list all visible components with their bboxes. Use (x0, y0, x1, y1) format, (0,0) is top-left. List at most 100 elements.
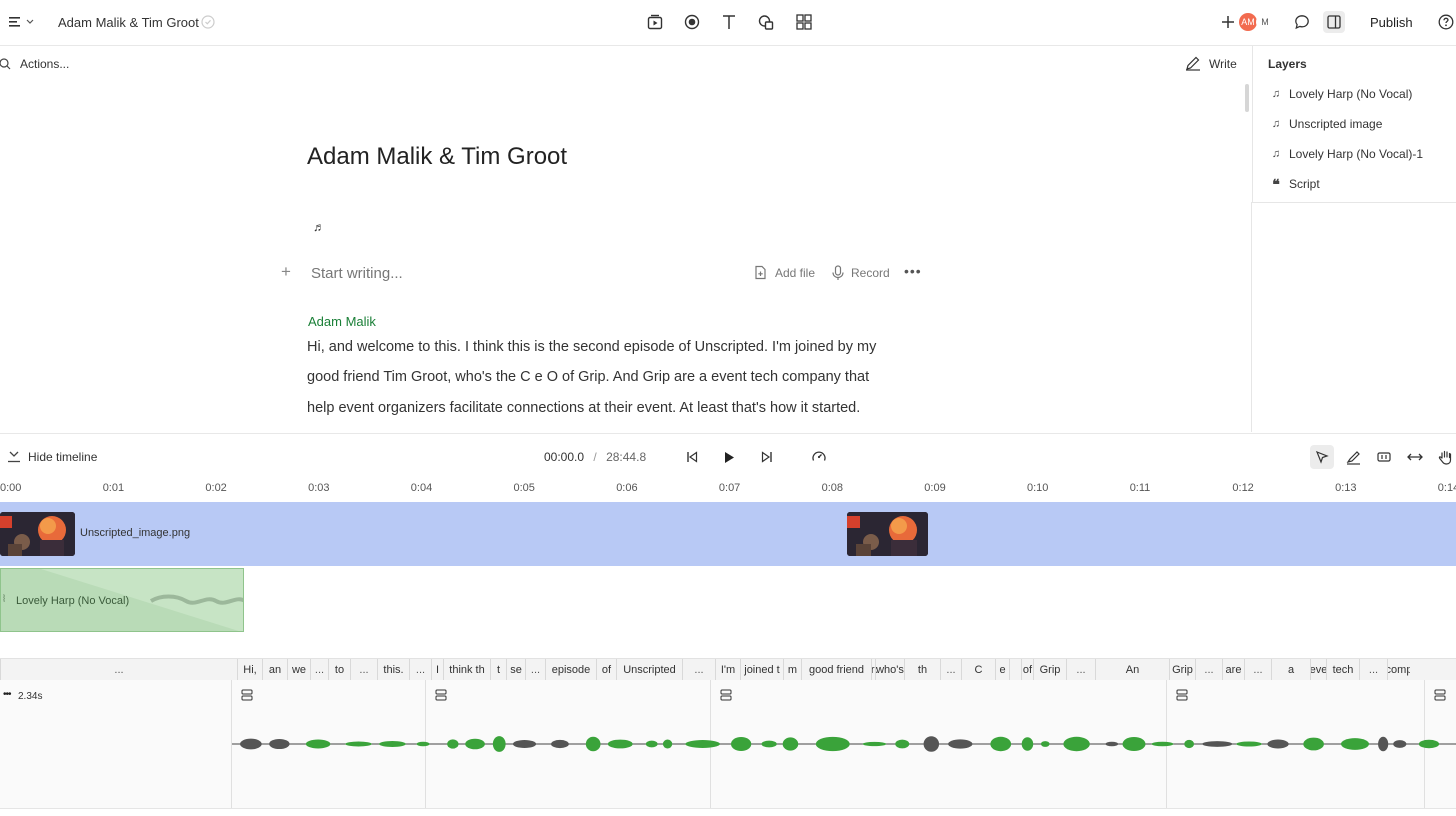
write-button[interactable]: Write (1209, 57, 1237, 71)
transcript-word[interactable]: of (1021, 659, 1033, 680)
transcript-word[interactable]: eve (1310, 659, 1326, 680)
transcript-word[interactable]: ... (940, 659, 961, 680)
trim-tool-icon[interactable] (1372, 445, 1396, 469)
transcript-word[interactable]: I'm (715, 659, 740, 680)
menu-icon[interactable] (6, 12, 26, 32)
transcript-word[interactable]: Grip (1169, 659, 1195, 680)
chevron-down-icon[interactable] (24, 12, 36, 32)
transcript-word[interactable]: e (995, 659, 1009, 680)
avatar[interactable]: AM (1239, 13, 1257, 31)
transcript-word[interactable]: ... (682, 659, 715, 680)
waveform-segment (862, 741, 887, 747)
transcript-word[interactable]: ... (1359, 659, 1387, 680)
ruler-tick: 0:04 (410, 482, 433, 494)
transcript-word[interactable]: ... (525, 659, 545, 680)
image-track-clip[interactable]: Unscripted_image.png (0, 502, 1456, 566)
publish-button[interactable]: Publish (1370, 15, 1413, 30)
transcript-word[interactable]: of (596, 659, 616, 680)
audio-track-clip[interactable]: ⦚ Lovely Harp (No Vocal) (0, 568, 244, 632)
waveform-segment (1236, 741, 1262, 747)
waveform-segment (895, 739, 910, 749)
skip-forward-icon[interactable] (755, 445, 779, 469)
hand-tool-icon[interactable] (1434, 445, 1456, 469)
playback-speed-icon[interactable] (807, 445, 831, 469)
doc-title-breadcrumb[interactable]: Adam Malik & Tim Groot (58, 15, 199, 30)
transcript-word[interactable]: an (262, 659, 287, 680)
waveform-segment (815, 736, 850, 752)
transcript-word[interactable]: joined t (740, 659, 783, 680)
grid-icon[interactable] (794, 12, 814, 32)
layer-item-script[interactable]: ❝ Script (1269, 174, 1319, 194)
music-note-icon[interactable]: ♬ (313, 220, 325, 234)
transcript-word[interactable]: episode (545, 659, 596, 680)
transcript-line[interactable]: good friend Tim Groot, who's the C e O o… (307, 369, 927, 385)
play-icon[interactable] (717, 445, 741, 469)
start-writing-input[interactable]: Start writing... (311, 265, 403, 282)
stretch-tool-icon[interactable] (1403, 445, 1427, 469)
transcript-word[interactable]: Grip (1033, 659, 1066, 680)
transcript-word[interactable]: this. (377, 659, 409, 680)
layer-item-lovely-harp-1[interactable]: ♫ Lovely Harp (No Vocal)-1 (1269, 144, 1423, 164)
transcript-word[interactable]: Unscripted (616, 659, 682, 680)
text-icon[interactable] (719, 12, 739, 32)
scene-icon[interactable] (645, 12, 665, 32)
transcript-word[interactable]: think th (443, 659, 490, 680)
transcript-word[interactable]: to (328, 659, 350, 680)
help-icon[interactable] (1436, 12, 1456, 32)
transcript-word[interactable]: are (1222, 659, 1244, 680)
clip-handle-icon[interactable] (435, 689, 447, 701)
avatar[interactable]: M (1256, 13, 1274, 31)
record-button[interactable]: Record (851, 266, 890, 280)
transcript-word[interactable] (1009, 659, 1021, 680)
add-file-button[interactable]: Add file (775, 266, 815, 280)
transcript-word[interactable]: m (783, 659, 801, 680)
transcript-word[interactable]: C (961, 659, 995, 680)
transcript-word[interactable]: se (506, 659, 525, 680)
transcript-word[interactable]: ... (350, 659, 377, 680)
transcript-word[interactable]: ... (409, 659, 431, 680)
transcript-word[interactable]: good friend (801, 659, 871, 680)
layer-item-lovely-harp[interactable]: ♫ Lovely Harp (No Vocal) (1269, 84, 1413, 104)
transcript-word[interactable]: tech (1326, 659, 1359, 680)
transcript-word[interactable]: t (490, 659, 506, 680)
transcript-word[interactable]: who's (875, 659, 904, 680)
record-icon[interactable] (682, 12, 702, 32)
transcript-word[interactable]: I (431, 659, 443, 680)
sidebar-toggle-icon[interactable] (1323, 11, 1345, 33)
skip-back-icon[interactable] (680, 445, 704, 469)
transcript-word[interactable]: a (1271, 659, 1310, 680)
clip-handle-icon[interactable] (1434, 689, 1446, 701)
transcript-word[interactable]: ... (1244, 659, 1271, 680)
transcript-word[interactable]: ... (1066, 659, 1095, 680)
more-options-icon[interactable]: ••• (904, 263, 922, 279)
clip-handle-icon[interactable] (1176, 689, 1188, 701)
actions-search[interactable]: Actions... (20, 57, 69, 71)
clip-handle-icon[interactable] (241, 689, 253, 701)
eraser-tool-icon[interactable] (1341, 445, 1365, 469)
add-collaborator-icon[interactable] (1218, 12, 1238, 32)
select-tool-icon[interactable] (1310, 445, 1334, 469)
clip-handle-icon[interactable] (720, 689, 732, 701)
transcript-word[interactable]: ... (1195, 659, 1222, 680)
transcript-line[interactable]: help event organizers facilitate connect… (307, 400, 927, 416)
document-scrollbar[interactable] (1245, 84, 1249, 112)
voice-waveform-track[interactable]: ••• 2.34s (0, 680, 1456, 809)
layer-item-unscripted-image[interactable]: ♫ Unscripted image (1269, 114, 1383, 134)
transcript-line[interactable]: Hi, and welcome to this. I think this is… (307, 339, 927, 355)
audio-waveform-icon: ⦚ (3, 594, 6, 605)
waveform-segment (1418, 739, 1440, 749)
transcript-word[interactable]: th (904, 659, 940, 680)
comment-icon[interactable] (1292, 12, 1312, 32)
page-title[interactable]: Adam Malik & Tim Groot (307, 143, 567, 171)
transcript-word[interactable]: ... (310, 659, 328, 680)
transcript-word[interactable]: we (287, 659, 310, 680)
hide-timeline-button[interactable]: Hide timeline (28, 450, 97, 464)
transcript-word[interactable]: comp (1387, 659, 1410, 680)
layer-label: Lovely Harp (No Vocal)-1 (1289, 147, 1424, 161)
shapes-icon[interactable] (756, 12, 776, 32)
transcript-word[interactable]: An (1095, 659, 1169, 680)
transcript-word[interactable]: ... (0, 659, 237, 680)
speaker-label[interactable]: Adam Malik (308, 314, 376, 329)
transcript-word[interactable]: Hi, (237, 659, 262, 680)
add-block-icon[interactable]: + (281, 262, 291, 282)
